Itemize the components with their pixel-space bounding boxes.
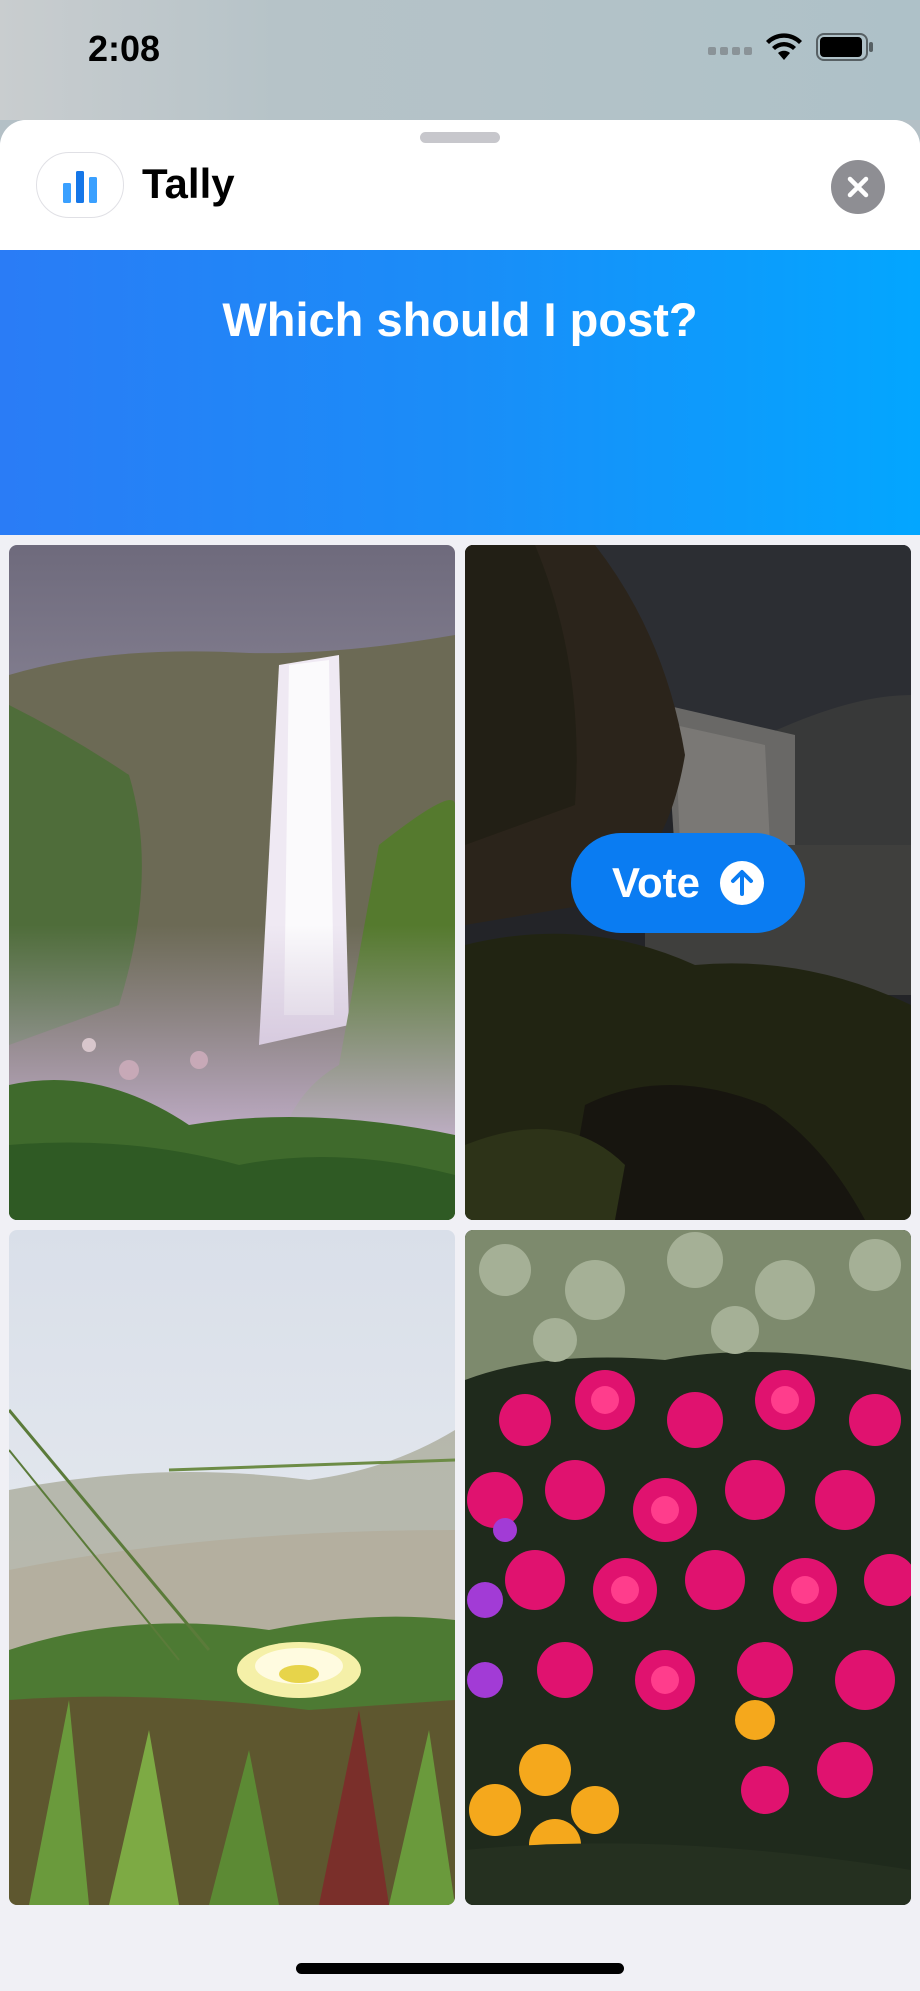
sheet-grabber[interactable] xyxy=(420,132,500,143)
tile-pink-flowers-photo[interactable] xyxy=(465,1230,911,1905)
battery-icon xyxy=(816,33,873,61)
tile-waterfall-photo[interactable] xyxy=(9,545,455,1220)
app-title: Tally xyxy=(142,160,235,207)
wifi-icon xyxy=(766,33,802,60)
yellow-flower-photo xyxy=(9,1230,455,1905)
status-time: 2:08 xyxy=(88,28,161,69)
status-bar: 2:08 xyxy=(0,0,920,120)
poll-question: Which should I post? xyxy=(222,293,698,346)
close-icon xyxy=(847,176,869,198)
home-indicator xyxy=(296,1963,624,1974)
status-icons xyxy=(708,32,874,62)
close-button[interactable] xyxy=(831,160,885,214)
tally-sheet: Tally Which should I post? Vote xyxy=(0,120,920,1991)
pink-flowers-photo xyxy=(465,1230,911,1905)
waterfall-photo xyxy=(9,545,455,1220)
bar-chart-icon xyxy=(63,171,97,203)
tile-yellow-flower-photo[interactable] xyxy=(9,1230,455,1905)
vote-button[interactable]: Vote xyxy=(571,833,805,933)
vote-label: Vote xyxy=(612,859,700,906)
app-icon xyxy=(36,152,124,218)
poll-banner: Which should I post? xyxy=(0,250,920,535)
arrow-up-icon xyxy=(719,861,764,905)
signal-icon xyxy=(708,39,752,55)
